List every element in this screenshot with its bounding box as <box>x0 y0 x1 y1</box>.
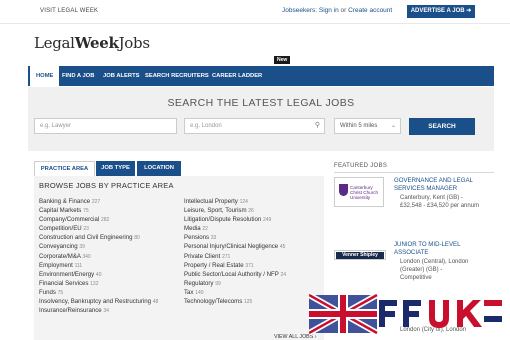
watermark-logo <box>309 292 502 335</box>
featured-job-title[interactable]: GOVERNANCE AND LEGAL SERVICES MANAGER <box>394 177 490 192</box>
featured-job-salary: £32,548 - £34,520 per annum <box>400 203 480 209</box>
featured-job-location: London (Central), London (Greater) (GB) … <box>400 259 469 273</box>
jobseekers-link[interactable]: Jobseekers: <box>282 7 317 14</box>
list-item[interactable]: Public Sector/Local Authority / NFP 24 <box>184 270 286 279</box>
main-nav: HOME FIND A JOB JOB ALERTS SEARCH RECRUI… <box>28 56 494 86</box>
nav-find-a-job[interactable]: FIND A JOB <box>62 66 94 86</box>
list-item[interactable]: Tax 140 <box>184 288 286 297</box>
tab-job-type[interactable]: JOB TYPE <box>96 161 135 176</box>
logo-week: Week <box>74 34 119 52</box>
account-links: Jobseekers: Sign in or Create account <box>282 7 392 14</box>
browse-panel: BROWSE JOBS BY PRACTICE AREA Banking & F… <box>34 176 324 340</box>
or-text: or <box>340 7 347 14</box>
practice-area-list-right: Intellectual Property 124 Leisure, Sport… <box>184 197 286 306</box>
list-item[interactable]: Competition/EU 23 <box>39 224 158 233</box>
list-item[interactable]: Employment 111 <box>39 261 158 270</box>
site-logo[interactable]: LegalWeekJobs <box>34 34 150 52</box>
list-item[interactable]: Insolvency, Bankruptcy and Restructuring… <box>39 297 158 306</box>
keyword-input[interactable]: e.g. Lawyer <box>34 118 177 134</box>
browse-title: BROWSE JOBS BY PRACTICE AREA <box>39 181 174 190</box>
location-pin-icon[interactable]: ⚲ <box>315 119 320 133</box>
new-badge: New <box>274 56 291 64</box>
nav-search-recruiters[interactable]: SEARCH RECRUITERS <box>145 66 209 86</box>
list-item[interactable]: Funds 75 <box>39 288 158 297</box>
list-item[interactable]: Technology/Telecoms 125 <box>184 297 286 306</box>
search-button[interactable]: SEARCH <box>409 118 475 135</box>
list-item[interactable]: Construction and Civil Engineering 80 <box>39 233 158 242</box>
list-item[interactable]: Leisure, Sport, Tourism 26 <box>184 206 286 215</box>
keyword-placeholder: e.g. Lawyer <box>40 123 72 129</box>
list-item[interactable]: Pensions 33 <box>184 233 286 242</box>
canterbury-logo[interactable]: Canterbury Christ Church University <box>334 177 384 207</box>
list-item[interactable]: Property / Real Estate 371 <box>184 261 286 270</box>
visit-legal-week-link[interactable]: VISIT LEGAL WEEK <box>40 8 98 14</box>
create-account-link[interactable]: Create account <box>348 7 392 14</box>
tab-location[interactable]: LOCATION <box>137 161 181 176</box>
tab-practice-area[interactable]: PRACTICE AREA <box>34 161 95 176</box>
location-input[interactable]: e.g. London ⚲ <box>184 118 325 134</box>
nav-job-alerts[interactable]: JOB ALERTS <box>103 66 140 86</box>
list-item[interactable]: Private Client 271 <box>184 252 286 261</box>
list-item[interactable]: Corporate/M&A 340 <box>39 252 158 261</box>
list-item[interactable]: Capital Markets 75 <box>39 206 158 215</box>
featured-job-salary: Competitive <box>400 275 432 281</box>
featured-job-location: Canterbury, Kent (GB) - <box>400 195 463 201</box>
featured-job-title[interactable]: JUNIOR TO MID-LEVEL ASSOCIATE <box>394 241 490 256</box>
list-item[interactable]: Litigation/Dispute Resolution 249 <box>184 215 286 224</box>
sign-in-link[interactable]: Sign in <box>319 7 339 14</box>
featured-divider <box>334 172 494 173</box>
crest-icon <box>339 184 348 196</box>
list-item[interactable]: Insurance/Reinsurance 34 <box>39 306 158 315</box>
list-item[interactable]: Conveyancing 39 <box>39 242 158 251</box>
logo-legal: Legal <box>34 34 75 52</box>
list-item[interactable]: Environment/Energy 40 <box>39 270 158 279</box>
venner-shipley-logo-text: Venner Shipley <box>336 252 384 259</box>
list-item[interactable]: Financial Services 132 <box>39 279 158 288</box>
radius-value: Within 5 miles <box>340 123 378 129</box>
list-item[interactable]: Intellectual Property 124 <box>184 197 286 206</box>
advertise-job-button[interactable]: ADVERTISE A JOB ➜ <box>407 5 475 18</box>
logo-jobs: Jobs <box>118 34 150 52</box>
chevron-down-icon: ⌄ <box>390 123 396 129</box>
nav-career-ladder[interactable]: CAREER LADDER <box>212 66 262 86</box>
featured-jobs-heading: FEATURED JOBS <box>334 163 388 169</box>
list-item[interactable]: Media 22 <box>184 224 286 233</box>
search-band: SEARCH THE LATEST LEGAL JOBS e.g. Lawyer… <box>28 87 494 151</box>
practice-area-list-left: Banking & Finance 227 Capital Markets 75… <box>39 197 158 315</box>
radius-select[interactable]: Within 5 miles ⌄ <box>334 118 401 134</box>
venner-shipley-logo[interactable]: Venner Shipley <box>334 250 386 260</box>
list-item[interactable]: Regulatory 99 <box>184 279 286 288</box>
nav-home[interactable]: HOME <box>30 66 60 86</box>
search-title: SEARCH THE LATEST LEGAL JOBS <box>167 97 355 109</box>
canterbury-logo-text: Canterbury Christ Church University <box>350 185 379 200</box>
top-bar: VISIT LEGAL WEEK Jobseekers: Sign in or … <box>0 0 510 24</box>
location-placeholder: e.g. London <box>190 123 222 129</box>
list-item[interactable]: Company/Commercial 282 <box>39 215 158 224</box>
list-item[interactable]: Banking & Finance 227 <box>39 197 158 206</box>
list-item[interactable]: Personal Injury/Clinical Negligence 45 <box>184 242 286 251</box>
